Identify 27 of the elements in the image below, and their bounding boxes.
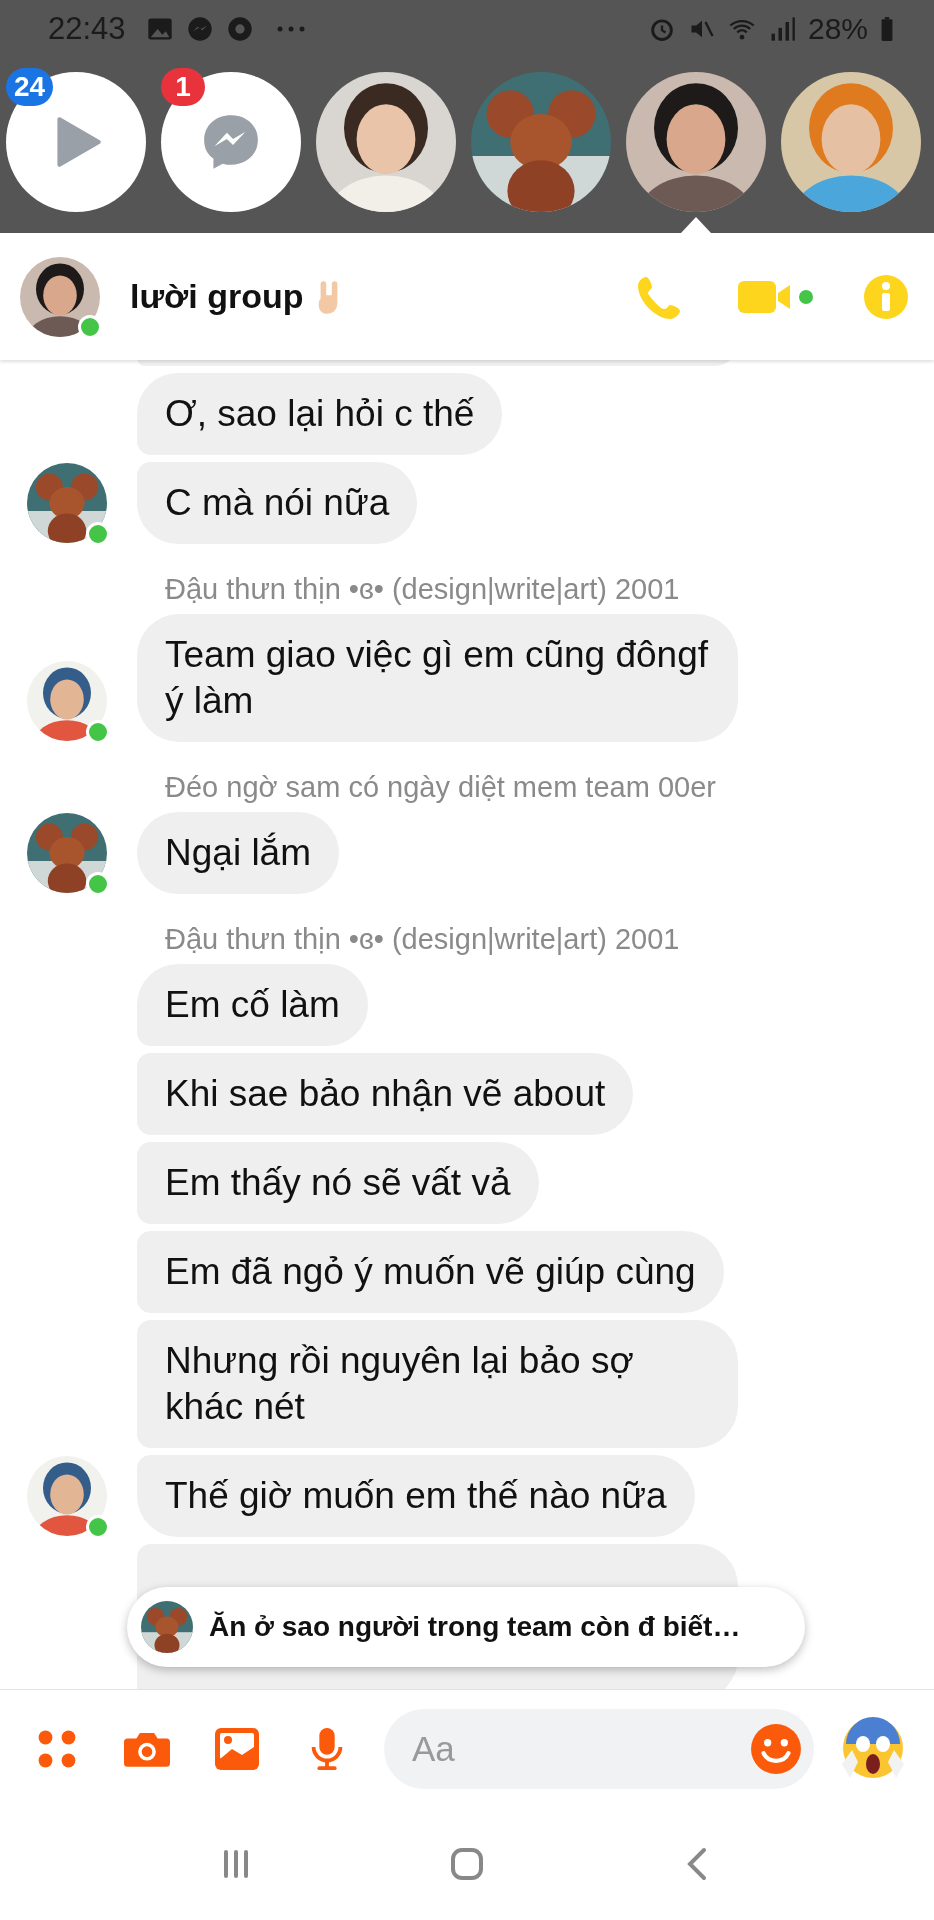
sender-name: Đéo ngờ sam có ngày diệt mem team 00er	[164, 770, 717, 805]
preview-text: Ăn ở sao người trong team còn đ biết…	[209, 1611, 741, 1643]
count-badge: 1	[161, 68, 205, 106]
message-bubble: Thế giờ muốn em thế nào nữa	[137, 1455, 695, 1537]
smiley-icon[interactable]	[750, 1723, 802, 1775]
browser-icon	[225, 15, 254, 43]
message-bubble: Ngại lắm	[137, 812, 339, 894]
sender-name: Đậu thưn thịn •ɞ• (design|write|art) 2001	[164, 572, 681, 607]
messenger-icon	[185, 15, 214, 43]
message-bubble: Em cố làm	[137, 964, 368, 1046]
status-time: 22:43	[48, 11, 126, 47]
message-input[interactable]: Aa	[384, 1709, 814, 1789]
count-badge: 24	[6, 68, 54, 106]
sender-name: Đậu thưn thịn •ɞ• (design|write|art) 2001	[164, 922, 681, 957]
battery-level: 28%	[807, 12, 868, 46]
message-bubble: Em đã ngỏ ý muốn vẽ giúp cùng	[137, 1231, 724, 1313]
message-bubble: Ơ, sao lại hỏi c thế	[137, 373, 503, 455]
more-icon	[275, 25, 306, 33]
image-icon[interactable]	[214, 1726, 260, 1772]
message-bubble: C mà nói nữa	[137, 462, 418, 544]
message-bubble: Em thấy nó sẽ vất vả	[137, 1142, 539, 1224]
battery-icon	[880, 16, 894, 42]
chat-title: lười group	[130, 277, 304, 316]
message-bubble: Khi sae bảo nhận vẽ about	[137, 1053, 634, 1135]
message-bubble: Team giao việc gì em cũng đôngf ý làm	[137, 614, 738, 742]
message-bubble: Nhưng rồi nguyên lại bảo sợ khác nét	[137, 1320, 738, 1448]
message-preview[interactable]: Ăn ở sao người trong team còn đ biết…	[127, 1587, 805, 1667]
